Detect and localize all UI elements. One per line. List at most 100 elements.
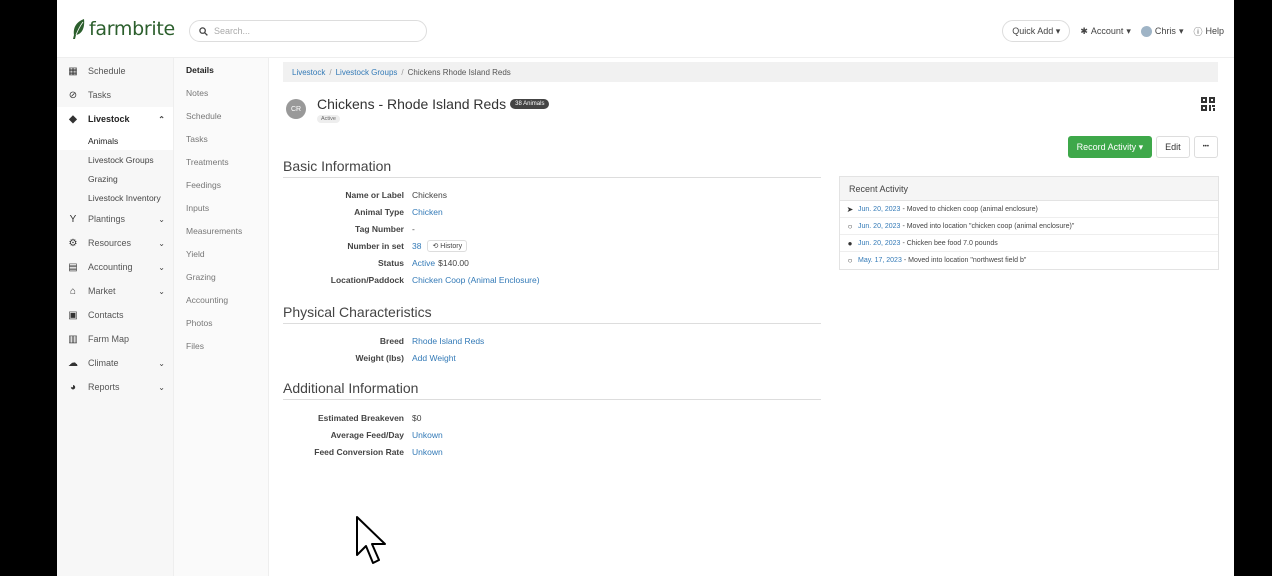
weather-icon: ☁ bbox=[68, 357, 78, 369]
tab-treatments[interactable]: Treatments bbox=[174, 150, 268, 173]
leaf-logo-icon bbox=[73, 19, 85, 39]
field-label: Location/Paddock bbox=[330, 274, 404, 285]
field-location: Location/Paddock Chicken Coop (Animal En… bbox=[283, 271, 540, 288]
more-options-button[interactable]: ••• bbox=[1193, 136, 1218, 158]
record-activity-button[interactable]: Record Activity ▾ bbox=[1067, 136, 1153, 158]
history-button[interactable]: ⟲ History bbox=[427, 239, 468, 252]
caret-down-icon: ▾ bbox=[1055, 26, 1061, 36]
physical-characteristics-fields: Breed Rhode Island Reds Weight (lbs) Add… bbox=[283, 332, 485, 366]
sidebar-item-market[interactable]: ⌂ Market ⌄ bbox=[57, 279, 173, 303]
list-item: ○ May. 17, 2023 - Moved into location "n… bbox=[840, 252, 1218, 269]
qr-code-icon[interactable] bbox=[1200, 96, 1216, 112]
sidebar-item-resources[interactable]: ⚙ Resources ⌄ bbox=[57, 231, 173, 255]
tab-grazing[interactable]: Grazing bbox=[174, 265, 268, 288]
breadcrumb-livestock-groups[interactable]: Livestock Groups bbox=[336, 68, 398, 77]
breed-link[interactable]: Rhode Island Reds bbox=[412, 336, 484, 346]
location-link[interactable]: Chicken Coop (Animal Enclosure) bbox=[412, 275, 540, 285]
add-weight-link[interactable]: Add Weight bbox=[412, 353, 456, 363]
tab-accounting[interactable]: Accounting bbox=[174, 288, 268, 311]
chevron-down-icon: ⌄ bbox=[158, 286, 165, 296]
account-label: Account bbox=[1090, 26, 1124, 36]
comment-icon: ○ bbox=[847, 221, 853, 231]
user-name: Chris bbox=[1154, 26, 1176, 36]
field-average-feed: Average Feed/Day Unkown bbox=[283, 426, 443, 443]
sidebar-item-plantings[interactable]: Y Plantings ⌄ bbox=[57, 207, 173, 231]
page-title: Chickens - Rhode Island Reds bbox=[317, 96, 507, 112]
tab-photos[interactable]: Photos bbox=[174, 311, 268, 334]
activity-text: - Moved into location "northwest field b… bbox=[903, 257, 1027, 264]
additional-information-heading: Additional Information bbox=[283, 380, 821, 400]
field-value: $0 bbox=[412, 412, 422, 423]
activity-date-link[interactable]: Jun. 20, 2023 bbox=[858, 223, 900, 230]
average-feed-link[interactable]: Unkown bbox=[412, 430, 443, 440]
sidebar-item-schedule[interactable]: ▦ Schedule bbox=[57, 59, 173, 83]
top-bar: farmbrite Quick Add ▾ ✱ Account ▾ Chris bbox=[57, 0, 1234, 58]
sidebar-item-label: Plantings bbox=[88, 214, 126, 224]
breadcrumb-separator: / bbox=[401, 67, 404, 77]
tab-measurements[interactable]: Measurements bbox=[174, 219, 268, 242]
sidebar-subitem-livestock-inventory[interactable]: Livestock Inventory bbox=[57, 188, 173, 207]
user-menu[interactable]: Chris ▾ bbox=[1140, 25, 1183, 37]
tab-feedings[interactable]: Feedings bbox=[174, 173, 268, 196]
sidebar-item-label: Reports bbox=[88, 382, 120, 392]
help-link[interactable]: ⓘ Help bbox=[1193, 25, 1224, 38]
sidebar-item-farm-map[interactable]: ▥ Farm Map bbox=[57, 327, 173, 351]
activity-date-link[interactable]: May. 17, 2023 bbox=[858, 257, 902, 264]
sidebar-subitem-label: Grazing bbox=[88, 173, 118, 184]
tab-files[interactable]: Files bbox=[174, 334, 268, 357]
edit-button[interactable]: Edit bbox=[1156, 136, 1190, 158]
activity-date-link[interactable]: Jun. 20, 2023 bbox=[858, 206, 900, 213]
sidebar-item-livestock[interactable]: ◆ Livestock ⌃ bbox=[57, 107, 173, 131]
pie-chart-icon: ◕ bbox=[69, 381, 77, 393]
breadcrumb-livestock[interactable]: Livestock bbox=[292, 68, 325, 77]
basic-information-heading: Basic Information bbox=[283, 158, 821, 178]
account-menu[interactable]: ✱ Account ▾ bbox=[1080, 26, 1131, 37]
recent-activity-panel: Recent Activity ➤ Jun. 20, 2023 - Moved … bbox=[839, 176, 1219, 270]
field-label: Number in set bbox=[347, 240, 404, 251]
search-input[interactable] bbox=[214, 26, 414, 36]
tab-yield[interactable]: Yield bbox=[174, 242, 268, 265]
user-avatar-icon bbox=[1140, 25, 1152, 37]
status-link[interactable]: Active bbox=[412, 258, 435, 268]
sidebar-item-tasks[interactable]: ⊘ Tasks bbox=[57, 83, 173, 107]
sidebar-item-label: Accounting bbox=[88, 262, 133, 272]
sidebar-item-climate[interactable]: ☁ Climate ⌄ bbox=[57, 351, 173, 375]
tab-tasks[interactable]: Tasks bbox=[174, 127, 268, 150]
help-label: Help bbox=[1205, 26, 1224, 36]
sidebar-subitem-livestock-groups[interactable]: Livestock Groups bbox=[57, 150, 173, 169]
tab-details[interactable]: Details bbox=[174, 58, 268, 81]
sidebar-subitem-label: Livestock Inventory bbox=[88, 192, 161, 203]
field-label: Estimated Breakeven bbox=[318, 412, 404, 423]
sidebar-item-contacts[interactable]: ▣ Contacts bbox=[57, 303, 173, 327]
tractor-icon: ⚙ bbox=[68, 237, 78, 249]
breadcrumb-current: Chickens Rhode Island Reds bbox=[407, 67, 511, 77]
quick-add-button[interactable]: Quick Add ▾ bbox=[1002, 20, 1071, 42]
sidebar-subitem-grazing[interactable]: Grazing bbox=[57, 169, 173, 188]
tab-schedule[interactable]: Schedule bbox=[174, 104, 268, 127]
list-item: ○ Jun. 20, 2023 - Moved into location "c… bbox=[840, 218, 1218, 235]
brand-logo[interactable]: farmbrite bbox=[72, 18, 175, 40]
sidebar-item-reports[interactable]: ◕ Reports ⌄ bbox=[57, 375, 173, 399]
number-in-set-link[interactable]: 38 bbox=[412, 241, 421, 251]
tab-inputs[interactable]: Inputs bbox=[174, 196, 268, 219]
tab-notes[interactable]: Notes bbox=[174, 81, 268, 104]
status-badge: Active bbox=[317, 115, 340, 123]
sidebar-item-label: Farm Map bbox=[88, 334, 130, 344]
sidebar-item-label: Contacts bbox=[88, 310, 124, 320]
top-right-controls: Quick Add ▾ ✱ Account ▾ Chris ▾ ⓘ Help bbox=[1002, 20, 1224, 42]
chevron-down-icon: ⌄ bbox=[158, 358, 165, 368]
mouse-cursor-icon bbox=[356, 516, 386, 564]
sidebar-item-accounting[interactable]: ▤ Accounting ⌄ bbox=[57, 255, 173, 279]
animal-type-link[interactable]: Chicken bbox=[412, 207, 443, 217]
sidebar-item-label: Climate bbox=[88, 358, 119, 368]
field-label: Status bbox=[378, 257, 404, 268]
search-box[interactable] bbox=[189, 20, 427, 42]
sidebar-item-label: Tasks bbox=[88, 90, 112, 100]
sidebar-item-label: Livestock bbox=[88, 114, 130, 124]
sidebar-subitem-animals[interactable]: Animals bbox=[57, 131, 173, 150]
activity-date-link[interactable]: Jun. 20, 2023 bbox=[858, 240, 900, 247]
field-value: Chickens bbox=[412, 189, 447, 200]
feed-conversion-link[interactable]: Unkown bbox=[412, 447, 443, 457]
field-label: Breed bbox=[379, 335, 404, 346]
gear-icon: ✱ bbox=[1080, 25, 1088, 36]
